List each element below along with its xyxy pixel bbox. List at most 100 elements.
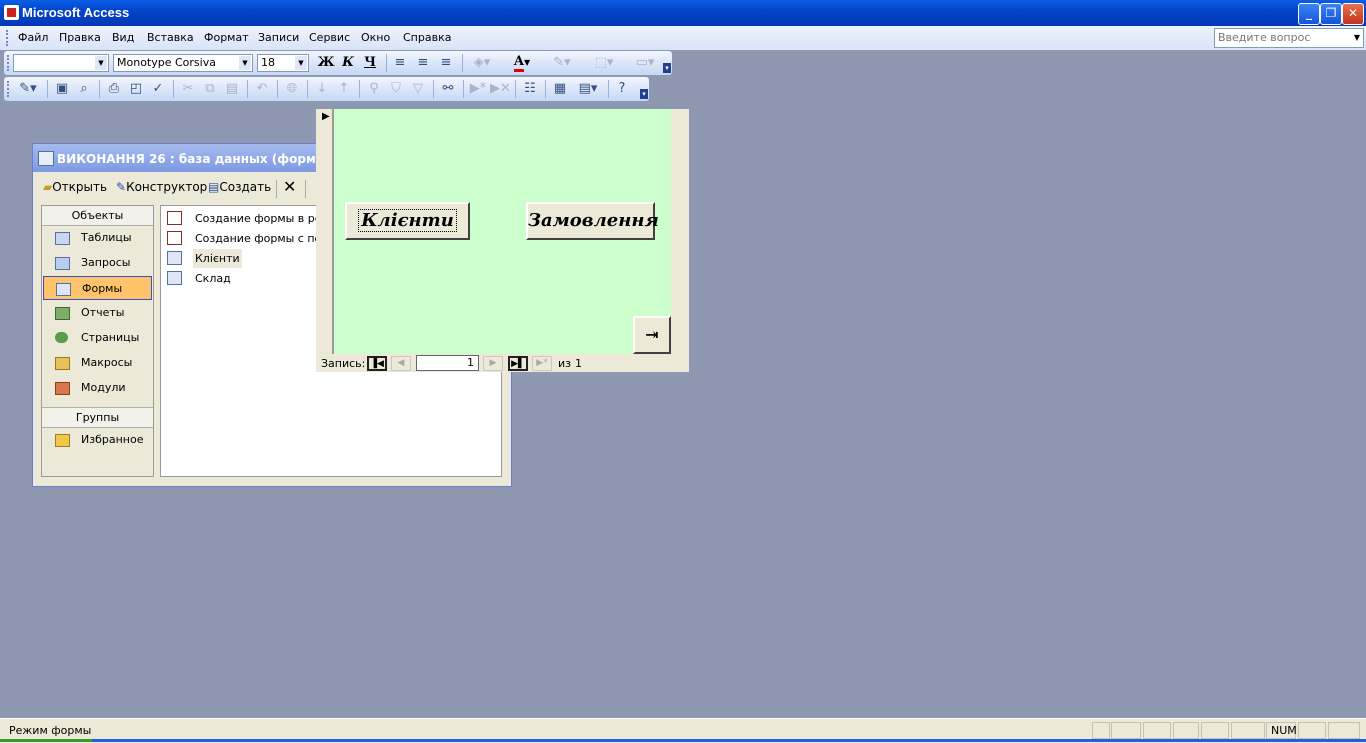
group-favorites[interactable]: Избранное — [43, 428, 152, 452]
report-icon — [55, 307, 70, 320]
menu-insert[interactable]: Вставка — [147, 31, 194, 44]
menu-records[interactable]: Записи — [258, 31, 299, 44]
create-button[interactable]: ▤Создать — [208, 180, 271, 194]
clients-button[interactable]: Клієнти — [345, 202, 470, 240]
toolbar-separator — [277, 80, 278, 98]
object-modules[interactable]: Модули — [43, 376, 152, 400]
object-queries[interactable]: Запросы — [43, 251, 152, 275]
menu-bar: Файл Правка Вид Вставка Формат Записи Се… — [0, 26, 1366, 50]
copy-icon[interactable]: ⧉ — [200, 79, 220, 99]
border-icon[interactable]: ⬚▾ — [586, 53, 622, 73]
toolbar-separator — [305, 180, 306, 198]
object-macros[interactable]: Макросы — [43, 351, 152, 375]
underline-button[interactable]: Ч — [360, 53, 380, 73]
fill-color-icon[interactable]: ◈▾ — [466, 53, 498, 73]
menu-window[interactable]: Окно — [361, 31, 390, 44]
menu-file[interactable]: Файл — [18, 31, 48, 44]
menu-help[interactable]: Справка — [403, 31, 451, 44]
macro-icon — [55, 357, 70, 370]
ask-question-box[interactable]: Введите вопрос ▼ — [1214, 28, 1364, 48]
font-color-button[interactable]: A▼ — [504, 52, 540, 72]
object-forms[interactable]: Формы — [43, 276, 152, 300]
properties-icon[interactable]: ☷ — [520, 79, 540, 99]
chevron-down-icon[interactable]: ▼ — [239, 56, 251, 70]
print-icon[interactable]: ⎙ — [104, 79, 124, 99]
first-record-button[interactable]: ▐◀ — [367, 356, 387, 371]
record-number-field[interactable]: 1 — [416, 355, 479, 371]
toolbar-options-chevron-icon[interactable]: ▾ — [663, 63, 671, 73]
font-size-combo[interactable]: 18 ▼ — [257, 54, 309, 72]
object-pages[interactable]: Страницы — [43, 326, 152, 350]
paste-icon[interactable]: ▤ — [222, 79, 242, 99]
form-view-toolbar: ✎▾ ▣ ⌕ ⎙ ◰ ✓ ✂ ⧉ ▤ ↶ 🌐︎ ↓ ↑ ⚲ ⛉ ▽ ⚯ ▶* ▶… — [4, 77, 649, 101]
object-tables[interactable]: Таблицы — [43, 226, 152, 250]
objects-header[interactable]: Объекты — [42, 206, 153, 226]
menu-tools[interactable]: Сервис — [309, 31, 350, 44]
previous-record-button[interactable]: ◀ — [391, 356, 411, 371]
restore-button[interactable]: ❐ — [1320, 3, 1342, 25]
ask-question-placeholder: Введите вопрос — [1218, 31, 1311, 44]
align-center-icon[interactable]: ≡ — [413, 53, 433, 73]
menu-view[interactable]: Вид — [112, 31, 134, 44]
line-width-icon[interactable]: ▭▾ — [630, 53, 660, 73]
database-window-icon[interactable]: ▦ — [550, 79, 570, 99]
filter-by-selection-icon[interactable]: ⚲ — [364, 79, 384, 99]
chevron-down-icon[interactable]: ▼ — [295, 56, 307, 70]
menu-grip[interactable] — [6, 30, 11, 46]
new-record-button[interactable]: ▶* — [532, 356, 552, 371]
record-selector[interactable]: ▶ — [316, 109, 334, 354]
next-record-button[interactable]: ▶ — [483, 356, 503, 371]
help-icon[interactable]: ? — [612, 79, 632, 99]
line-color-icon[interactable]: ✎▾ — [544, 53, 580, 73]
object-reports[interactable]: Отчеты — [43, 301, 152, 325]
open-button[interactable]: ▰Открыть — [43, 180, 107, 194]
status-panel — [1298, 722, 1326, 739]
status-num: NUM — [1266, 722, 1297, 739]
print-preview-icon[interactable]: ◰ — [126, 79, 146, 99]
bold-button[interactable]: Ж — [316, 53, 336, 73]
open-icon: ▰ — [43, 180, 53, 194]
status-panel — [1231, 722, 1265, 739]
apply-filter-icon[interactable]: ▽ — [408, 79, 428, 99]
menu-edit[interactable]: Правка — [59, 31, 101, 44]
delete-record-icon[interactable]: ▶✕ — [490, 79, 511, 99]
last-record-button[interactable]: ▶▌ — [508, 356, 528, 371]
chevron-down-icon[interactable]: ▼ — [95, 56, 107, 70]
toolbar-options-chevron-icon[interactable]: ▾ — [640, 89, 648, 99]
toolbar-separator — [515, 80, 516, 98]
exit-button[interactable]: ⇥ — [633, 316, 671, 354]
align-left-icon[interactable]: ≡ — [390, 53, 410, 73]
delete-icon[interactable]: ✕ — [283, 177, 296, 196]
filter-by-form-icon[interactable]: ⛉ — [386, 79, 406, 99]
find-icon[interactable]: ⚯ — [438, 79, 458, 99]
orders-button[interactable]: Замовлення — [526, 202, 659, 240]
menu-format[interactable]: Формат — [204, 31, 249, 44]
object-combo[interactable]: ▼ — [13, 54, 109, 72]
groups-header[interactable]: Группы — [42, 407, 153, 428]
close-button[interactable]: ✕ — [1342, 3, 1364, 25]
spelling-icon[interactable]: ✓ — [148, 79, 168, 99]
hyperlink-icon[interactable]: 🌐︎ — [282, 79, 302, 99]
sort-descending-icon[interactable]: ↑ — [334, 79, 354, 99]
toolbar-grip[interactable] — [7, 81, 12, 97]
align-right-icon[interactable]: ≡ — [436, 53, 456, 73]
italic-button[interactable]: К — [338, 53, 358, 73]
font-name-combo[interactable]: Monotype Corsiva ▼ — [113, 54, 253, 72]
new-object-icon[interactable]: ▤▾ — [572, 79, 604, 99]
sort-ascending-icon[interactable]: ↓ — [312, 79, 332, 99]
new-record-icon[interactable]: ▶* — [468, 79, 488, 99]
toolbar-grip[interactable] — [7, 55, 12, 71]
view-design-icon[interactable]: ✎▾ — [13, 79, 43, 99]
cut-icon[interactable]: ✂ — [178, 79, 198, 99]
status-panel — [1092, 722, 1110, 739]
create-icon: ▤ — [208, 180, 220, 194]
save-icon[interactable]: ▣ — [52, 79, 72, 99]
status-panel — [1143, 722, 1171, 739]
undo-icon[interactable]: ↶ — [252, 79, 272, 99]
access-app-icon[interactable] — [4, 5, 19, 20]
minimize-button[interactable]: _ — [1298, 3, 1320, 25]
file-search-icon[interactable]: ⌕ — [74, 79, 94, 99]
design-button[interactable]: ✎Конструктор — [116, 180, 207, 194]
wizard-icon — [167, 211, 182, 225]
chevron-down-icon[interactable]: ▼ — [1351, 29, 1363, 47]
